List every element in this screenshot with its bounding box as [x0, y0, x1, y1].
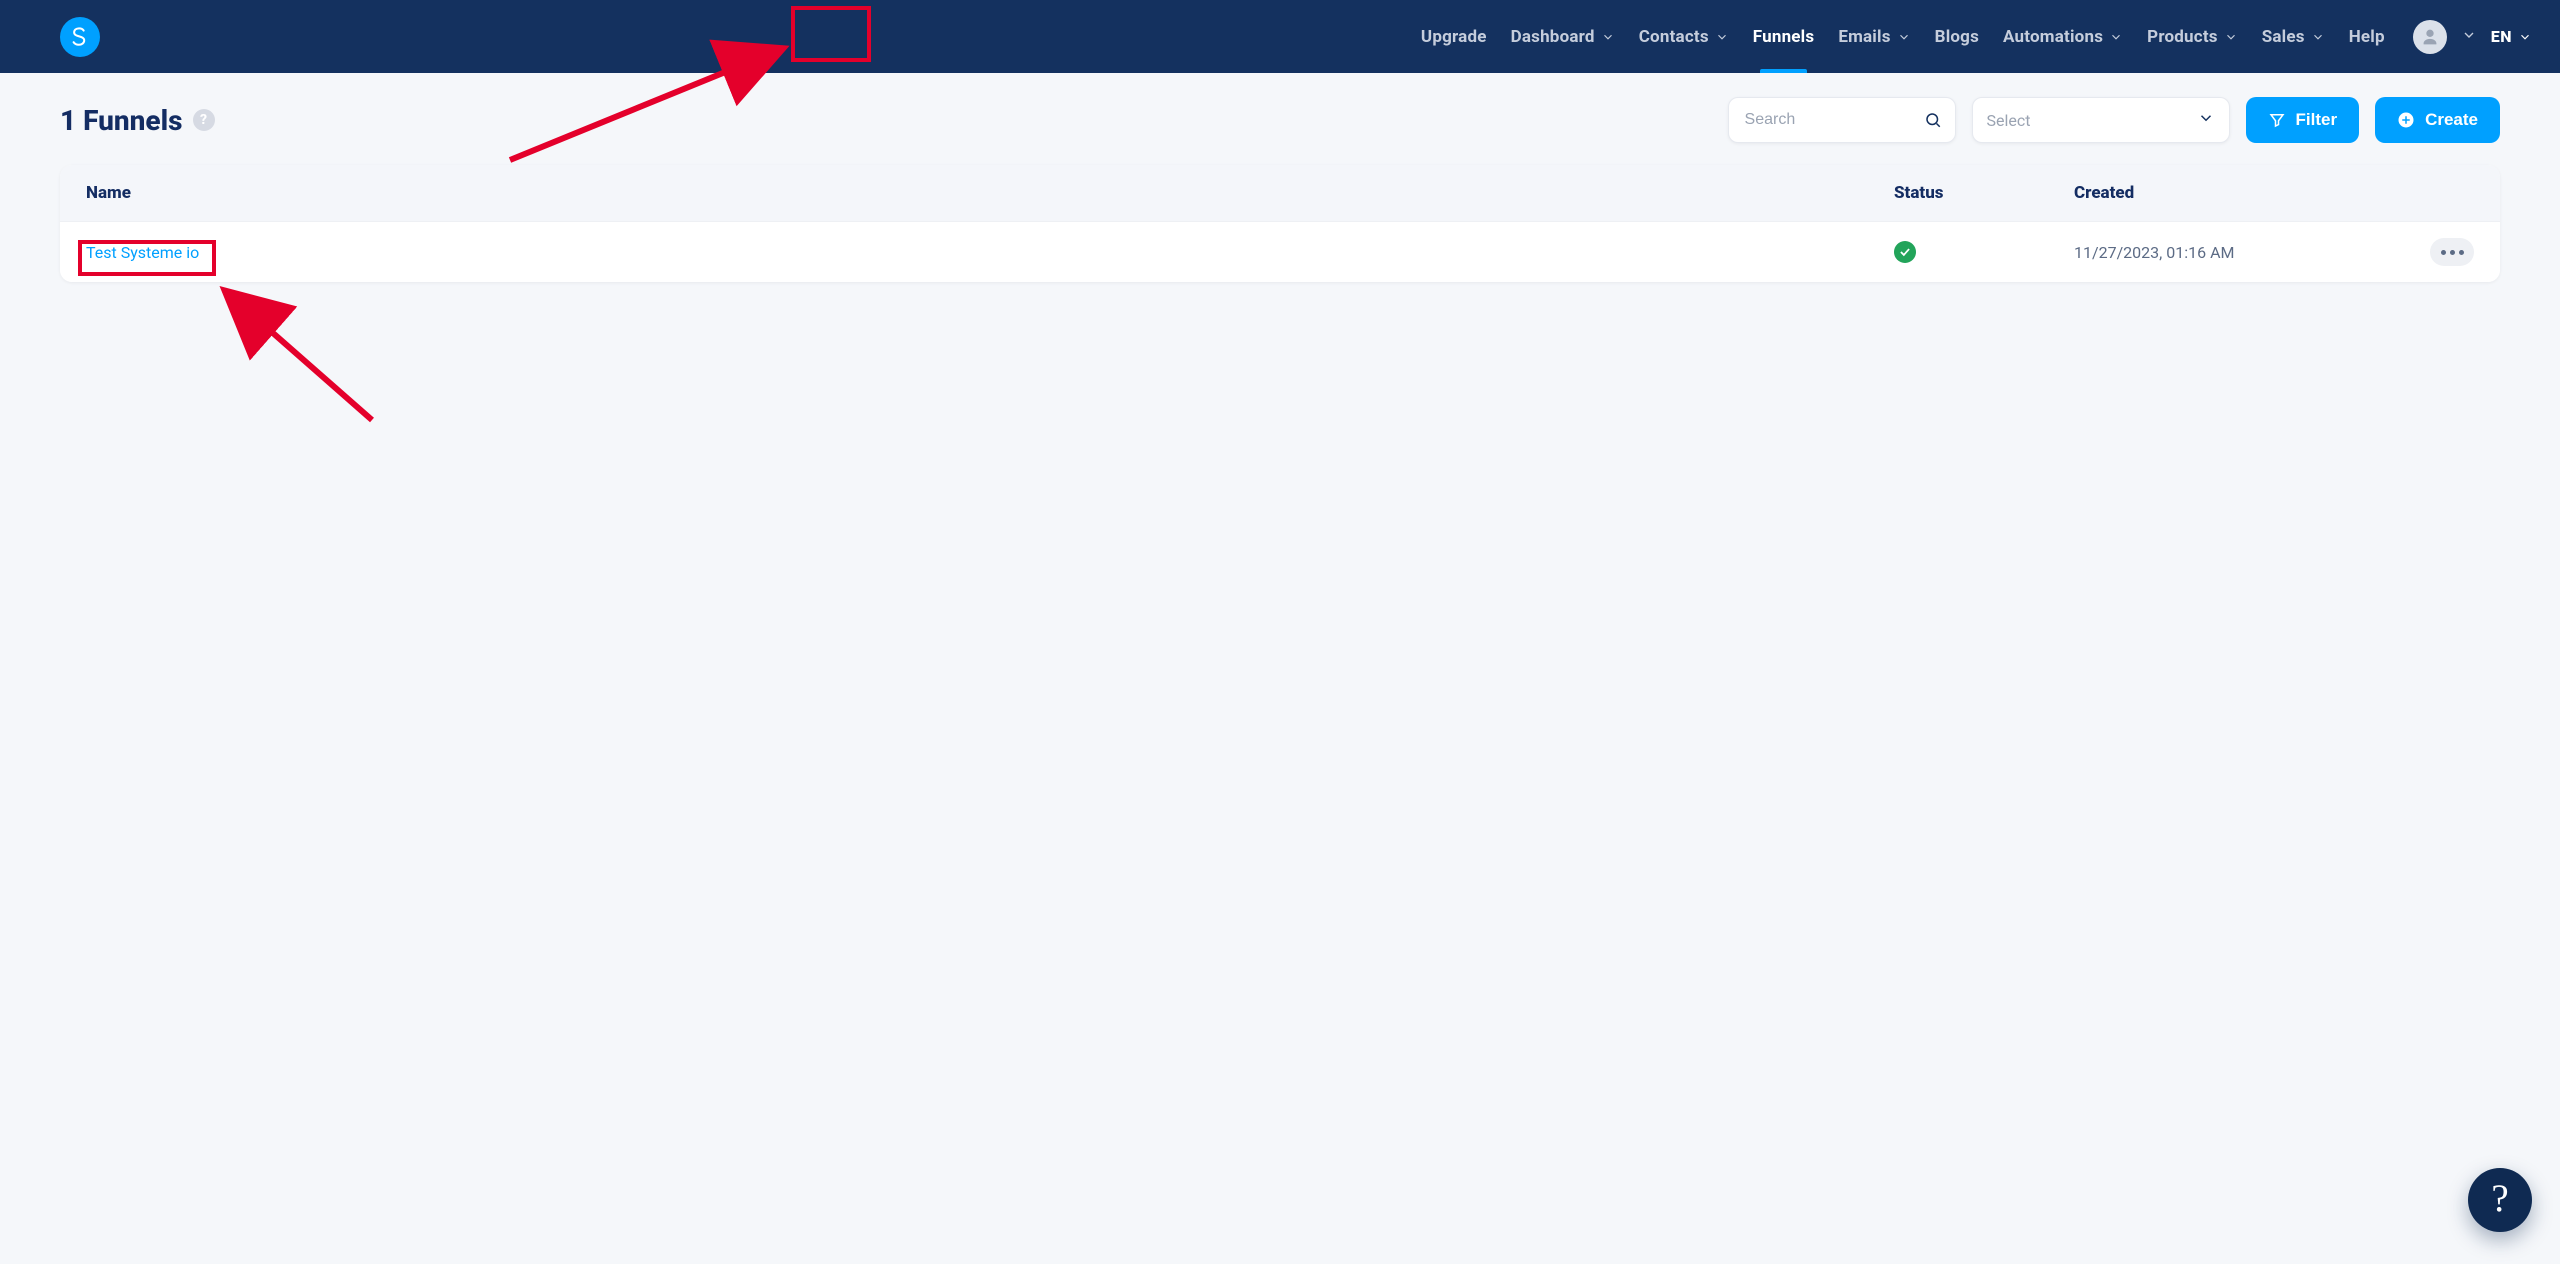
nav-label: Funnels: [1753, 27, 1815, 47]
nav-help[interactable]: Help: [2347, 0, 2387, 73]
brand-logo-icon: [69, 26, 91, 48]
user-menu-toggle[interactable]: [2461, 27, 2477, 47]
nav-label: Automations: [2003, 27, 2103, 47]
help-icon: ?: [2474, 1174, 2526, 1226]
col-created: Created: [2074, 183, 2374, 203]
nav-upgrade[interactable]: Upgrade: [1419, 0, 1489, 73]
top-navbar: Upgrade Dashboard Contacts Funnels Email…: [0, 0, 2560, 73]
filter-icon: [2268, 111, 2286, 129]
plus-circle-icon: [2397, 111, 2415, 129]
cell-actions: [2374, 238, 2474, 266]
chevron-down-icon: [2518, 30, 2532, 44]
chevron-down-icon: [1715, 30, 1729, 44]
nav-label: Contacts: [1639, 27, 1709, 47]
brand-logo[interactable]: [60, 17, 100, 57]
dot-icon: [2441, 250, 2446, 255]
toolbar: Select Filter Create: [1728, 97, 2500, 143]
nav-label: Dashboard: [1511, 27, 1595, 47]
chevron-down-icon: [2197, 109, 2215, 131]
select-placeholder: Select: [1987, 111, 2031, 130]
help-fab[interactable]: ?: [2468, 1168, 2532, 1232]
search-button[interactable]: [1918, 105, 1948, 135]
create-button[interactable]: Create: [2375, 97, 2500, 143]
dot-icon: [2459, 250, 2464, 255]
nav-dashboard[interactable]: Dashboard: [1509, 0, 1617, 73]
nav-label: Products: [2147, 27, 2218, 47]
col-name: Name: [86, 183, 1894, 203]
svg-text:?: ?: [2491, 1177, 2508, 1220]
page-help-button[interactable]: ?: [193, 109, 215, 131]
nav-contacts[interactable]: Contacts: [1637, 0, 1731, 73]
page-content: 1 Funnels ? Select Filter: [0, 73, 2560, 282]
page-title: 1 Funnels: [60, 104, 183, 137]
topbar-right: EN: [2413, 20, 2532, 54]
search-field: [1728, 97, 1956, 143]
user-icon: [2419, 26, 2441, 48]
search-icon: [1924, 110, 1942, 130]
language-switcher[interactable]: EN: [2491, 27, 2532, 46]
table-row: Test Systeme io 11/27/2023, 01:16 AM: [60, 221, 2500, 282]
chevron-down-icon: [1601, 30, 1615, 44]
nav-label: Upgrade: [1421, 27, 1487, 47]
nav-label: Emails: [1838, 27, 1890, 47]
cell-status: [1894, 241, 2074, 263]
language-label: EN: [2491, 27, 2512, 46]
nav-funnels[interactable]: Funnels: [1751, 0, 1817, 73]
col-status: Status: [1894, 183, 2074, 203]
title-wrap: 1 Funnels ?: [60, 104, 215, 137]
nav-automations[interactable]: Automations: [2001, 0, 2125, 73]
nav-label: Sales: [2262, 27, 2305, 47]
button-label: Create: [2425, 110, 2478, 130]
cell-name: Test Systeme io: [86, 243, 1894, 262]
button-label: Filter: [2296, 110, 2338, 130]
nav-emails[interactable]: Emails: [1836, 0, 1912, 73]
primary-nav: Upgrade Dashboard Contacts Funnels Email…: [1419, 0, 2387, 73]
filter-select[interactable]: Select: [1972, 97, 2230, 143]
status-ok-icon: [1894, 241, 1916, 263]
table-header: Name Status Created: [60, 165, 2500, 221]
funnel-name-link[interactable]: Test Systeme io: [86, 243, 199, 262]
chevron-down-icon: [2109, 30, 2123, 44]
chevron-down-icon: [2311, 30, 2325, 44]
filter-button[interactable]: Filter: [2246, 97, 2360, 143]
nav-blogs[interactable]: Blogs: [1933, 0, 1981, 73]
chevron-down-icon: [1897, 30, 1911, 44]
page-header: 1 Funnels ? Select Filter: [60, 97, 2500, 143]
nav-sales[interactable]: Sales: [2260, 0, 2327, 73]
user-avatar[interactable]: [2413, 20, 2447, 54]
dot-icon: [2450, 250, 2455, 255]
cell-created: 11/27/2023, 01:16 AM: [2074, 243, 2374, 262]
funnels-table: Name Status Created Test Systeme io 11/2…: [60, 165, 2500, 282]
nav-label: Blogs: [1935, 27, 1979, 47]
chevron-down-icon: [2224, 30, 2238, 44]
row-actions-button[interactable]: [2430, 238, 2474, 266]
nav-label: Help: [2349, 27, 2385, 47]
nav-products[interactable]: Products: [2145, 0, 2240, 73]
